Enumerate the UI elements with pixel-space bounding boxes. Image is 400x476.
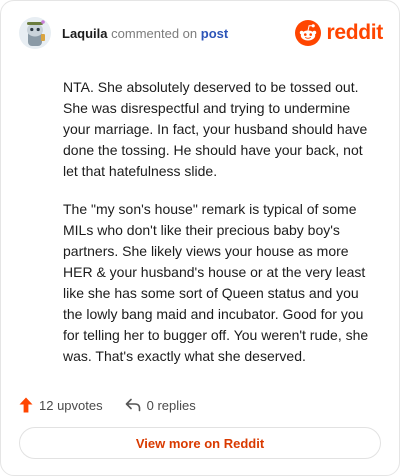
reply-arrow-icon	[125, 398, 140, 412]
view-more-button[interactable]: View more on Reddit	[19, 427, 381, 459]
reddit-brand[interactable]: reddit	[295, 17, 383, 49]
comment-paragraph: NTA. She absolutely deserved to be tosse…	[63, 79, 368, 179]
comment-card: Laquila commented on post reddit NTA. Sh…	[0, 0, 400, 476]
comment-actions: 12 upvotes 0 replies	[19, 395, 196, 415]
snoo-avatar-icon	[19, 17, 51, 49]
comment-header: Laquila commented on post reddit	[19, 17, 383, 51]
reddit-snoo-logo-icon	[295, 20, 322, 46]
upvote-count: 12 upvotes	[39, 397, 103, 413]
username[interactable]: Laquila	[62, 26, 108, 41]
upvote-button[interactable]: 12 upvotes	[19, 397, 103, 413]
comment-paragraph: The "my son's house" remark is typical o…	[63, 201, 369, 364]
user-avatar[interactable]	[19, 17, 51, 49]
commented-on-text: commented on	[111, 26, 198, 41]
reddit-wordmark: reddit	[326, 21, 383, 44]
reply-count: 0 replies	[146, 397, 196, 413]
post-link[interactable]: post	[201, 26, 228, 41]
upvote-arrow-icon	[19, 397, 33, 413]
comment-meta: Laquila commented on post	[62, 26, 228, 42]
comment-body: NTA. She absolutely deserved to be tosse…	[63, 77, 377, 384]
replies-button[interactable]: 0 replies	[125, 398, 196, 413]
